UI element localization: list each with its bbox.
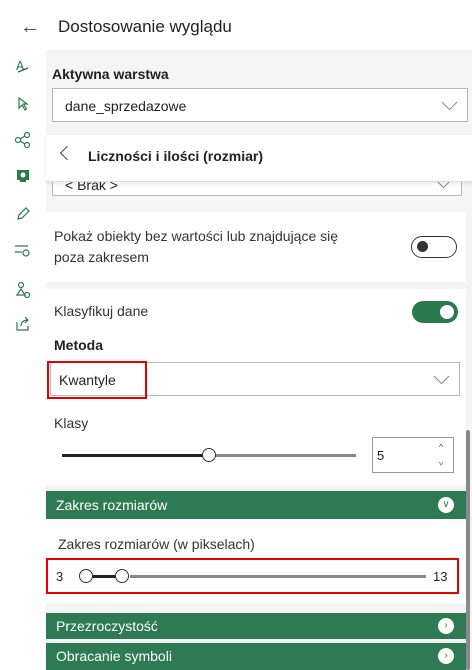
size-range-max: 13: [433, 569, 448, 584]
share-icon[interactable]: [13, 314, 33, 334]
classes-value: 5: [377, 448, 385, 463]
person-stats-icon[interactable]: [13, 280, 33, 300]
show-nodata-label-line2: poza zakresem: [54, 249, 149, 265]
method-value: Kwantyle: [59, 372, 116, 388]
method-label: Metoda: [54, 337, 103, 353]
size-range-max-thumb[interactable]: [115, 569, 129, 583]
active-layer-label: Aktywna warstwa: [52, 66, 169, 82]
style-brush-icon[interactable]: A: [13, 56, 33, 76]
classify-card: Klasyfikuj dane Metoda Kwantyle Klasy 5 …: [46, 289, 466, 485]
classify-label: Klasyfikuj dane: [54, 303, 149, 319]
page-title: Dostosowanie wyglądu: [58, 17, 232, 36]
chevron-down-icon[interactable]: ^: [439, 457, 443, 467]
chevron-down-circle-icon: ∨: [438, 497, 454, 513]
size-range-section-header[interactable]: Zakres rozmiarów ∨: [46, 491, 466, 519]
classes-slider-thumb[interactable]: [202, 448, 216, 462]
classes-slider-fill: [62, 454, 209, 457]
side-toolbar: A: [0, 50, 46, 670]
rotation-section-title: Obracanie symboli: [56, 648, 172, 664]
classes-stepper[interactable]: 5 ^ ^: [372, 437, 454, 473]
method-highlight: Kwantyle: [47, 361, 147, 399]
chevron-down-icon: [433, 368, 450, 385]
chevron-up-icon[interactable]: ^: [439, 442, 443, 452]
sub-panel-title: Liczności i ilości (rozmiar): [88, 148, 264, 164]
classify-toggle[interactable]: [412, 301, 458, 323]
active-layer-dropdown[interactable]: dane_sprzedazowe: [52, 88, 468, 122]
show-nodata-toggle[interactable]: [411, 236, 457, 258]
filter-icon[interactable]: [13, 240, 33, 260]
transparency-section-title: Przezroczystość: [56, 618, 158, 634]
pencil-icon[interactable]: [13, 204, 33, 224]
chevron-left-icon[interactable]: [59, 145, 75, 161]
select-pointer-icon[interactable]: [13, 94, 33, 114]
classes-label: Klasy: [54, 415, 89, 431]
map-pin-icon[interactable]: [13, 166, 33, 186]
size-range-track[interactable]: [130, 575, 426, 578]
network-icon[interactable]: [13, 130, 33, 150]
active-layer-value: dane_sprzedazowe: [65, 98, 187, 114]
show-nodata-label-line1: Pokaż obiekty bez wartości lub znajdując…: [54, 228, 339, 244]
size-range-highlight: 3 13: [46, 558, 459, 594]
size-range-min-thumb[interactable]: [79, 569, 93, 583]
transparency-section-header[interactable]: Przezroczystość ›: [46, 613, 466, 639]
size-range-label: Zakres rozmiarów (w pikselach): [58, 536, 255, 552]
size-range-section-title: Zakres rozmiarów: [56, 497, 168, 513]
size-range-card: Zakres rozmiarów (w pikselach) 3 13: [46, 519, 466, 603]
chevron-down-icon: [441, 94, 458, 111]
chevron-right-circle-icon: ›: [438, 618, 454, 634]
back-arrow-icon[interactable]: ←: [20, 17, 40, 37]
scrollbar[interactable]: [466, 430, 470, 670]
rotation-section-header[interactable]: Obracanie symboli ›: [46, 643, 466, 670]
show-nodata-card: Pokaż obiekty bez wartości lub znajdując…: [46, 212, 466, 282]
size-range-min: 3: [56, 569, 64, 584]
header: ← Dostosowanie wyglądu: [0, 0, 472, 50]
sub-panel-header: Liczności i ilości (rozmiar): [46, 135, 472, 182]
chevron-right-circle-icon: ›: [438, 648, 454, 664]
